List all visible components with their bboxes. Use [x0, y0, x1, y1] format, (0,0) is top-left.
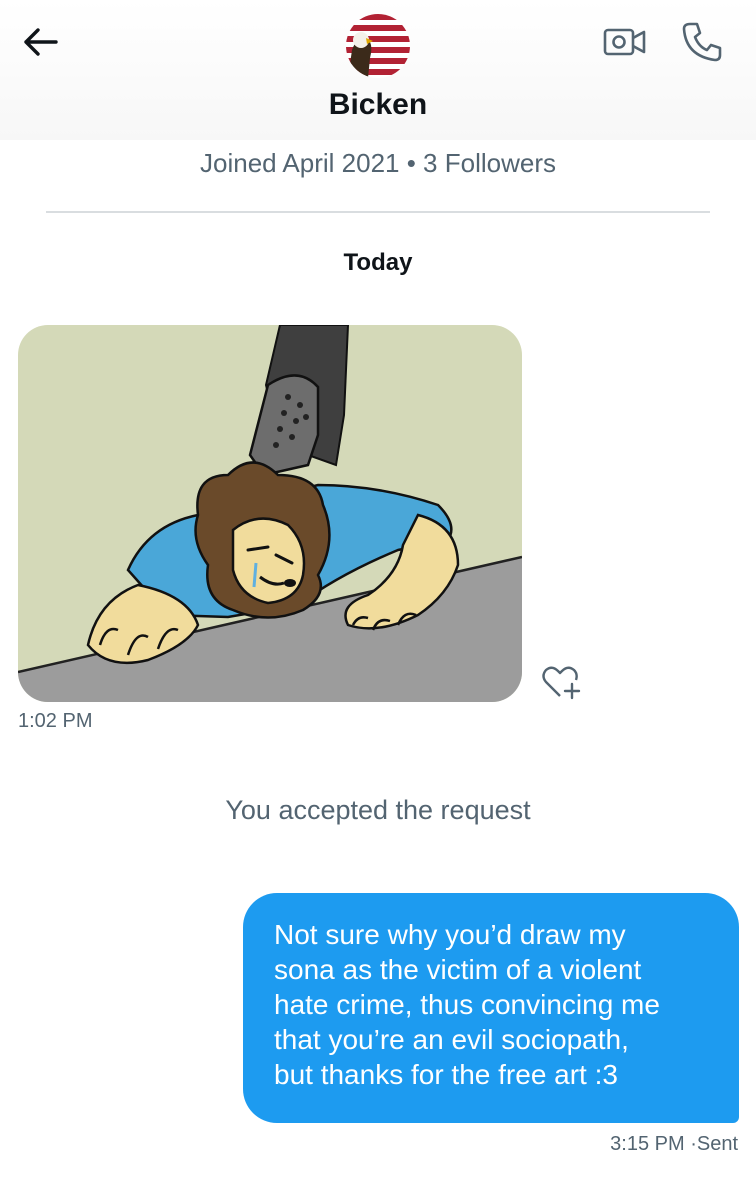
message-line: Not sure why you’d draw my — [274, 919, 626, 950]
audio-call-button[interactable] — [680, 20, 724, 64]
system-note: You accepted the request — [225, 795, 531, 825]
message-line: but thanks for the free art :3 — [274, 1059, 618, 1090]
outgoing-message-bubble[interactable]: Not sure why you’d draw my sona as the v… — [243, 893, 739, 1123]
video-camera-icon — [603, 28, 646, 56]
divider — [46, 211, 710, 213]
conversation-header: Bicken — [0, 0, 756, 140]
message-line: hate crime, thus convincing me — [274, 989, 660, 1020]
message-line: sona as the victim of a violent — [274, 954, 642, 985]
drawing-image[interactable] — [18, 325, 522, 702]
back-button[interactable] — [18, 22, 62, 62]
video-call-button[interactable] — [602, 22, 648, 62]
react-button[interactable] — [540, 664, 584, 700]
phone-icon — [682, 22, 722, 62]
arrow-left-icon — [24, 28, 58, 56]
profile-meta: Joined April 2021 • 3 Followers — [200, 148, 556, 178]
heart-plus-icon — [542, 666, 581, 700]
message-line: that you’re an evil sociopath, — [274, 1024, 629, 1055]
message-status: 3:15 PM ·Sent — [610, 1133, 738, 1155]
message-timestamp: 1:02 PM — [18, 710, 93, 732]
contact-name[interactable]: Bicken — [0, 88, 756, 122]
avatar[interactable] — [346, 14, 410, 78]
day-separator: Today — [343, 249, 413, 276]
